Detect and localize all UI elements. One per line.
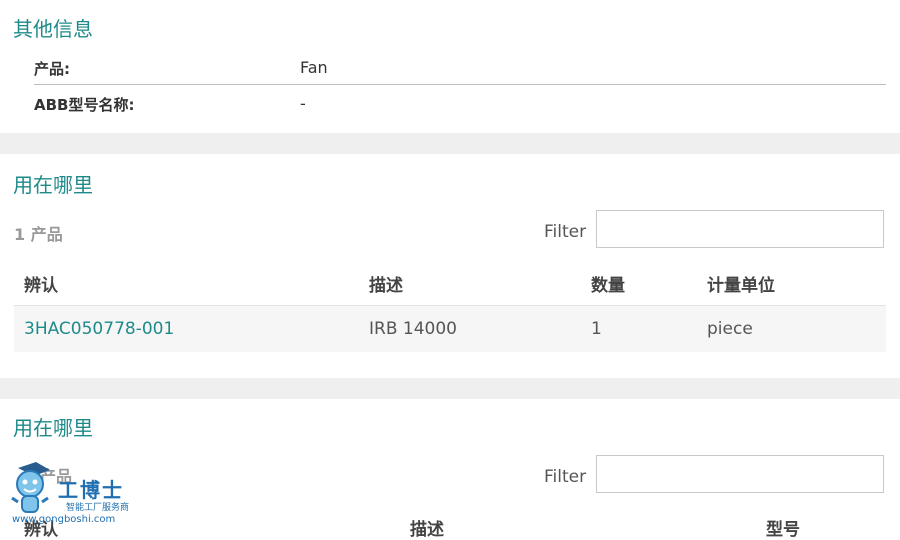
info-row-product: 产品: Fan <box>34 58 886 94</box>
watermark-brand: 工博士 <box>58 478 124 502</box>
row-quantity: 1 <box>591 319 602 339</box>
section-separator <box>0 378 900 399</box>
column-header-description[interactable]: 描述 <box>369 271 403 296</box>
where-used-title: 用在哪里 <box>13 416 93 440</box>
other-info-title: 其他信息 <box>13 17 93 41</box>
column-header-id[interactable]: 辨认 <box>24 271 58 296</box>
other-info-section: 其他信息 产品: Fan ABB型号名称: - <box>0 0 900 133</box>
filter-input[interactable] <box>596 455 884 493</box>
filter-label: Filter <box>544 467 587 487</box>
row-unit: piece <box>707 319 753 339</box>
info-row-abb-model: ABB型号名称: - <box>34 94 886 130</box>
watermark-logo: 工博士 智能工厂服务商 www.gongboshi.com <box>8 462 138 528</box>
column-header-quantity[interactable]: 数量 <box>591 271 625 296</box>
product-count: 1 产品 <box>14 225 63 244</box>
column-header-model[interactable]: 型号 <box>766 515 800 540</box>
where-used-title: 用在哪里 <box>13 173 93 197</box>
abb-model-label: ABB型号名称: <box>34 96 135 114</box>
where-used-section-1: 用在哪里 1 产品 Filter 辨认 描述 数量 计量单位 3HAC05077… <box>0 154 900 378</box>
filter-label: Filter <box>544 222 587 242</box>
product-label: 产品: <box>34 60 70 78</box>
filter-input[interactable] <box>596 210 884 248</box>
watermark-tagline: 智能工厂服务商 <box>66 503 130 513</box>
table-row: 3HAC050778-001 IRB 14000 1 piece <box>14 305 886 352</box>
column-header-description[interactable]: 描述 <box>410 515 444 540</box>
watermark-url: www.gongboshi.com <box>12 514 116 525</box>
row-id-link[interactable]: 3HAC050778-001 <box>24 319 174 339</box>
section-separator <box>0 133 900 154</box>
abb-model-value: - <box>300 94 306 113</box>
product-value: Fan <box>300 58 328 77</box>
row-description: IRB 14000 <box>369 319 457 339</box>
info-row-divider <box>34 84 886 85</box>
column-header-unit[interactable]: 计量单位 <box>707 271 775 296</box>
